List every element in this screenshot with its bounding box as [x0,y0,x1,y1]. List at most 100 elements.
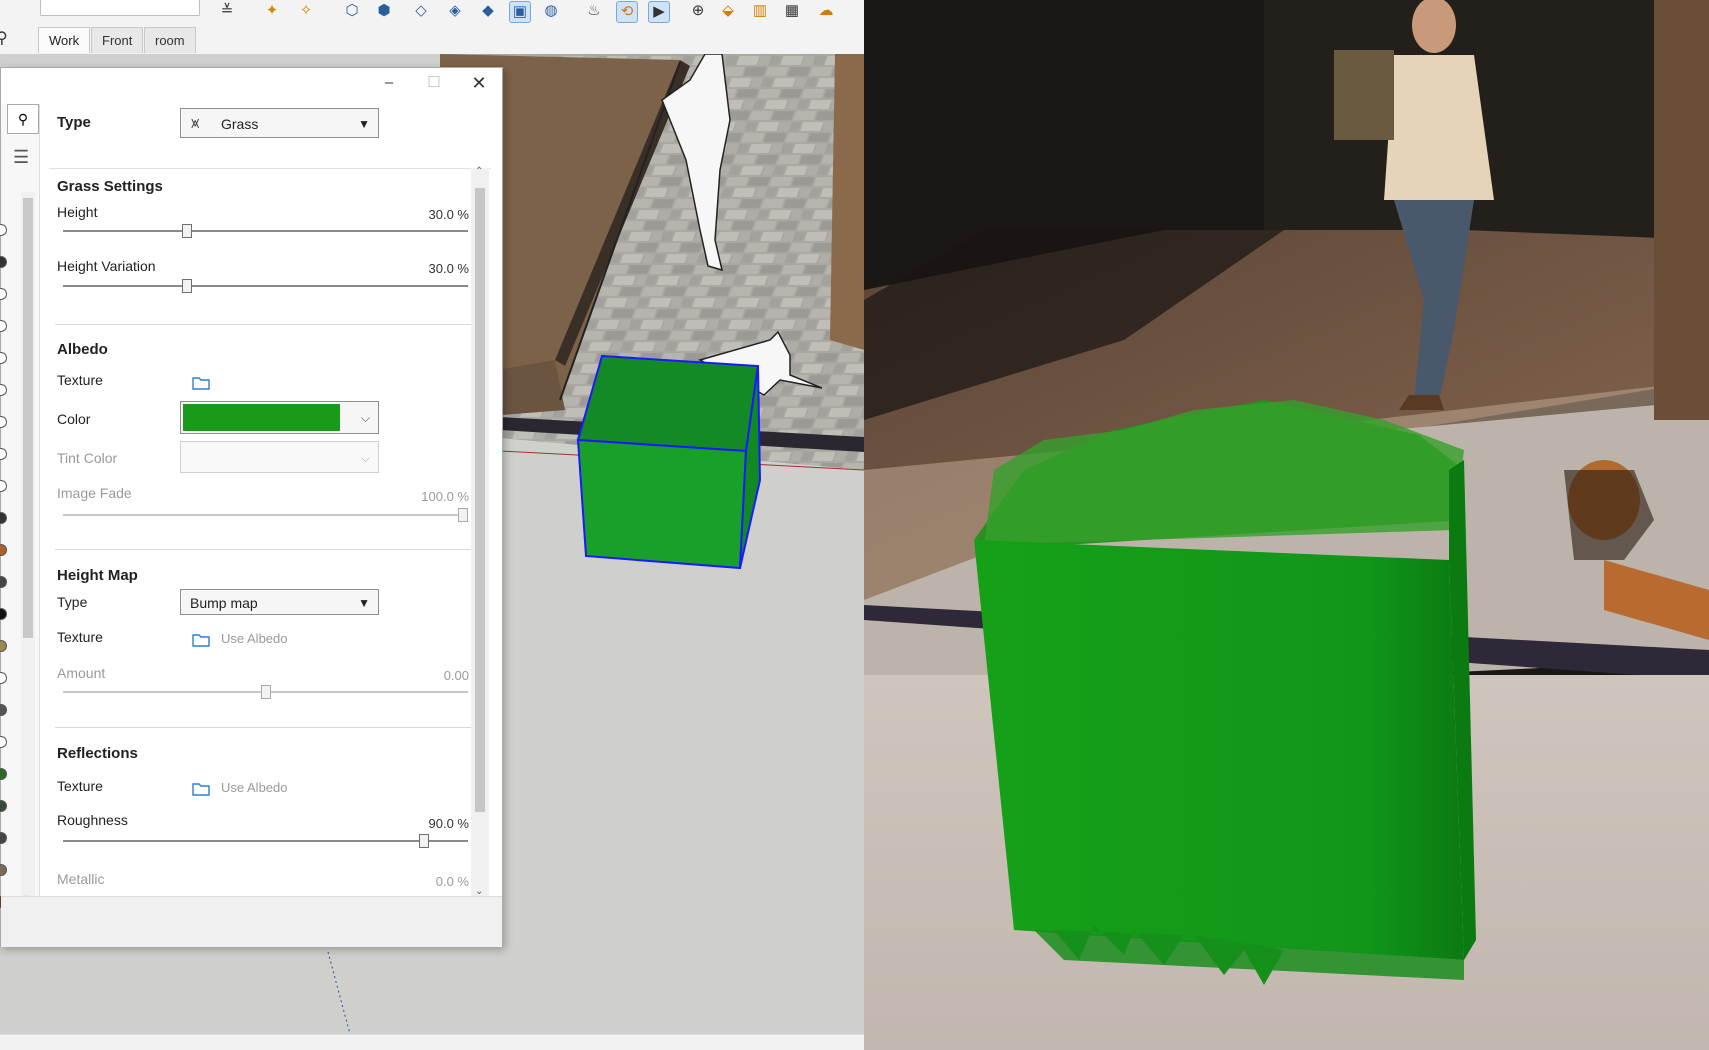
material-search-button[interactable]: ⚲ [7,104,39,134]
folder-icon[interactable] [192,782,210,796]
height-map-type-dropdown[interactable]: Bump map ▼ [180,589,379,615]
tape-measure-icon[interactable]: ≚ [217,1,237,21]
cloud-icon[interactable]: ☁ [816,1,836,21]
view-front-icon[interactable]: ◇ [411,1,431,21]
material-swatch[interactable] [0,800,7,812]
material-type-dropdown[interactable]: ⩙ Grass ▼ [180,108,379,138]
view-back-icon[interactable]: ◆ [478,1,498,21]
image-fade-slider-track[interactable] [63,514,468,516]
view-top-icon[interactable]: ⬢ [374,1,394,21]
scene-tabs: ⚲ Work Front room [0,24,864,54]
material-swatch[interactable] [0,288,7,300]
material-swatch[interactable] [0,576,7,588]
material-swatch[interactable] [0,832,7,844]
albedo-texture-label: Texture [57,372,103,388]
add-icon[interactable]: ⊕ [688,1,708,21]
magic-wand-s-icon[interactable]: ✧ [296,1,316,21]
view-bottom-icon[interactable]: ◍ [541,1,561,21]
magic-wand-icon[interactable]: ✦ [262,1,282,21]
material-swatch[interactable] [0,256,7,268]
render-preview[interactable] [864,0,1709,1050]
folder-icon[interactable] [192,633,210,647]
section-title-reflections: Reflections [57,745,138,762]
search-icon[interactable]: ⚲ [0,28,8,48]
material-swatch[interactable] [0,672,7,684]
material-swatch[interactable] [0,448,7,460]
material-swatch[interactable] [0,704,7,716]
view-right-icon[interactable]: ◈ [445,1,465,21]
minimize-icon[interactable]: – [375,70,403,96]
material-type-row: Type ⩙ Grass ▼ [49,104,491,159]
checker-icon[interactable]: ▦ [782,1,802,21]
material-swatch[interactable] [0,512,7,524]
section-divider [55,727,473,728]
material-list-scroll-thumb[interactable] [23,198,33,638]
video-render-icon[interactable]: ▶ [648,1,670,23]
roughness-slider-thumb[interactable] [418,834,429,848]
image-fade-label: Image Fade [57,485,132,501]
view-left-icon[interactable]: ▣ [509,1,531,23]
render-icon[interactable]: ♨ [584,1,604,21]
material-editor-dialog: – ☐ ✕ ⚲ ☰ Type ⩙ Grass ▼ Grass Settings … [0,67,503,947]
material-swatch[interactable] [0,864,7,876]
dialog-footer [1,896,502,947]
albedo-color-swatch [183,404,340,431]
material-swatch[interactable] [0,224,7,236]
tint-color-picker[interactable]: ⌵ [180,441,379,473]
toolbar: ≚ ✦ ✧ ⬡ ⬢ ◇ ◈ ◆ ▣ ◍ ♨ ⟲ ▶ ⊕ ⬙ ▥ ▦ ☁ [0,0,864,25]
reflections-texture-value: Use Albedo [221,780,288,795]
material-swatch[interactable] [0,736,7,748]
material-swatch[interactable] [0,544,7,556]
material-type-value: Grass [221,116,259,132]
albedo-color-label: Color [57,411,91,427]
height-variation-slider-track[interactable] [63,285,468,287]
scroll-up-icon[interactable]: ⌃ [475,166,483,177]
amount-slider-thumb[interactable] [260,685,271,699]
roughness-slider-track[interactable] [63,840,468,842]
asset-library-icon[interactable]: ⬙ [718,1,738,21]
material-swatch[interactable] [0,608,7,620]
material-swatch[interactable] [0,768,7,780]
chevron-down-icon: ▼ [358,596,370,610]
height-slider-track[interactable] [63,230,468,232]
metallic-value: 0.0 % [435,874,469,889]
tab-work[interactable]: Work [38,27,91,53]
chevron-down-icon: ⌵ [360,451,370,465]
material-swatch[interactable] [0,384,7,396]
tab-front[interactable]: Front [91,27,144,53]
toolbar-search-field[interactable] [40,0,200,16]
material-settings-panel: Grass Settings Height 30.0 % Height Vari… [49,168,491,934]
view-iso-icon[interactable]: ⬡ [342,1,362,21]
height-slider-thumb[interactable] [181,224,192,238]
height-map-type-label: Type [57,594,88,610]
material-swatch[interactable] [0,320,7,332]
material-swatch[interactable] [0,352,7,364]
tab-room[interactable]: room [144,27,196,53]
interactive-render-icon[interactable]: ⟲ [616,1,638,23]
image-fade-value: 100.0 % [421,489,469,504]
folder-icon[interactable] [192,376,210,390]
hamburger-menu-icon[interactable]: ☰ [13,148,33,168]
grass-icon: ⩙ [191,115,200,132]
roughness-label: Roughness [57,812,128,828]
tint-color-label: Tint Color [57,450,118,466]
settings-scroll-thumb[interactable] [475,188,485,812]
maximize-icon[interactable]: ☐ [420,70,448,96]
height-variation-slider-thumb[interactable] [181,279,192,293]
amount-label: Amount [57,665,106,681]
chevron-down-icon: ⌵ [360,411,370,425]
amount-value: 0.00 [443,668,469,683]
material-swatch[interactable] [0,416,7,428]
close-icon[interactable]: ✕ [465,70,493,96]
statistics-icon[interactable]: ▥ [750,1,770,21]
roughness-value: 90.0 % [428,816,469,831]
material-swatch[interactable] [0,640,7,652]
type-label: Type [57,114,91,131]
chevron-down-icon: ▼ [358,117,370,131]
material-swatch[interactable] [0,480,7,492]
section-divider [55,549,473,550]
image-fade-slider-thumb[interactable] [458,508,468,522]
height-map-texture-label: Texture [57,629,103,645]
height-value: 30.0 % [428,207,469,222]
albedo-color-picker[interactable]: ⌵ [180,401,379,434]
